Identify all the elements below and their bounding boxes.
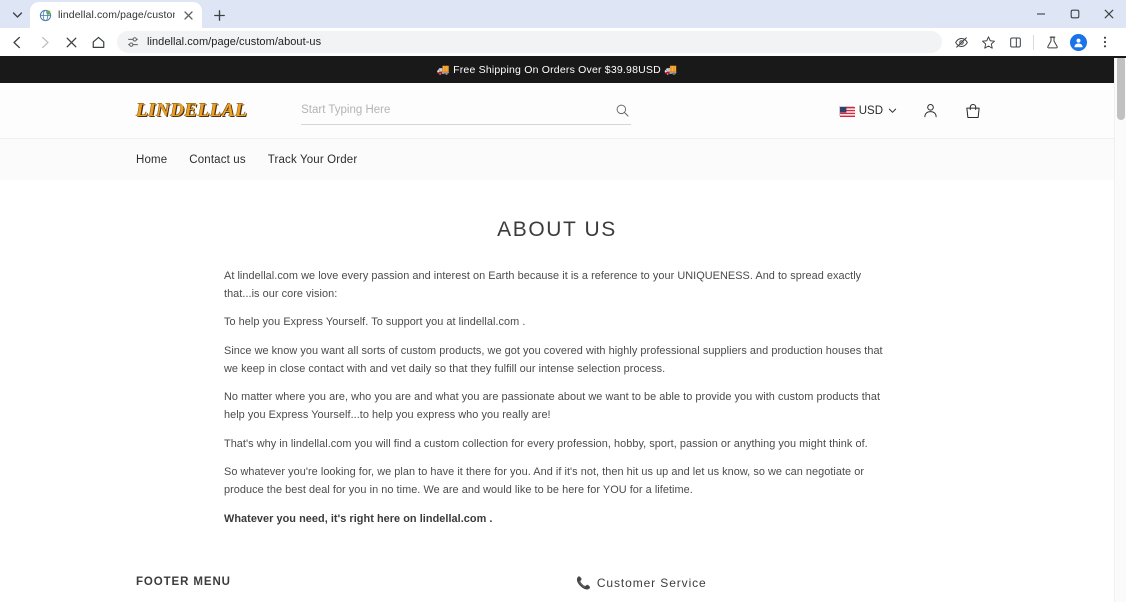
star-icon bbox=[981, 35, 995, 49]
account-button[interactable] bbox=[922, 102, 939, 119]
back-button[interactable] bbox=[4, 30, 30, 54]
browser-tab[interactable]: lindellal.com/page/custom/ab bbox=[30, 2, 202, 28]
phone-icon: 📞 bbox=[576, 576, 592, 591]
main-navigation: Home Contact us Track Your Order bbox=[0, 138, 1114, 180]
customer-service-heading: Customer Service bbox=[596, 576, 707, 591]
currency-selector[interactable]: USD bbox=[838, 104, 897, 117]
toolbar-right-actions bbox=[948, 30, 1118, 54]
tracking-protection-button[interactable] bbox=[948, 30, 974, 54]
footer-menu-heading: FOOTER MENU bbox=[136, 576, 231, 589]
home-button[interactable] bbox=[85, 30, 111, 54]
browser-menu-button[interactable] bbox=[1092, 30, 1118, 54]
browser-chrome: lindellal.com/page/custom/ab bbox=[0, 0, 1126, 56]
tab-strip: lindellal.com/page/custom/ab bbox=[0, 0, 1126, 28]
nav-link-contact-us[interactable]: Contact us bbox=[189, 154, 245, 166]
us-flag-icon bbox=[838, 105, 855, 117]
customer-service-column: 📞 Customer Service Consultants from the … bbox=[576, 576, 1104, 602]
article-paragraph: At lindellal.com we love every passion a… bbox=[224, 270, 862, 300]
header-actions: USD bbox=[838, 102, 982, 120]
user-account-icon bbox=[924, 104, 937, 118]
tab-title: lindellal.com/page/custom/ab bbox=[58, 9, 175, 21]
stop-loading-button[interactable] bbox=[58, 30, 84, 54]
tab-search-button[interactable] bbox=[4, 1, 30, 27]
currency-label: USD bbox=[858, 104, 883, 117]
scrollbar-top-cap bbox=[1114, 56, 1126, 58]
search-bar bbox=[301, 97, 632, 125]
address-bar[interactable]: lindellal.com/page/custom/about-us bbox=[117, 31, 942, 53]
search-submit-button[interactable] bbox=[613, 101, 631, 119]
split-view-icon bbox=[1009, 36, 1021, 48]
home-icon bbox=[92, 36, 104, 48]
article-paragraph: That's why in lindellal.com you will fin… bbox=[224, 437, 868, 450]
website-page: 🚚 Free Shipping On Orders Over $39.98USD… bbox=[0, 56, 1114, 602]
nav-link-home[interactable]: Home bbox=[136, 154, 167, 166]
forward-button[interactable] bbox=[31, 30, 57, 54]
close-icon bbox=[1104, 9, 1114, 19]
flask-icon bbox=[1046, 36, 1058, 48]
window-close-button[interactable] bbox=[1092, 0, 1126, 28]
eye-slash-icon bbox=[954, 36, 968, 48]
labs-button[interactable] bbox=[1039, 30, 1065, 54]
split-view-button[interactable] bbox=[1002, 30, 1028, 54]
page-title: ABOUT US bbox=[497, 218, 617, 241]
nav-link-track-your-order[interactable]: Track Your Order bbox=[268, 154, 358, 166]
forward-arrow-icon bbox=[41, 36, 49, 48]
page-viewport: 🚚 Free Shipping On Orders Over $39.98USD… bbox=[0, 56, 1126, 602]
announcement-bar: 🚚 Free Shipping On Orders Over $39.98USD… bbox=[0, 56, 1114, 83]
search-input[interactable] bbox=[301, 104, 608, 116]
plus-icon bbox=[213, 9, 225, 21]
globe-favicon bbox=[39, 9, 52, 21]
maximize-button[interactable] bbox=[1058, 0, 1092, 28]
article-paragraph: To help you Express Yourself. To support… bbox=[224, 316, 526, 329]
address-bar-url: lindellal.com/page/custom/about-us bbox=[147, 36, 322, 48]
search-icon bbox=[616, 104, 629, 117]
main-content: ABOUT US At lindellal.com we love every … bbox=[0, 180, 1114, 528]
profile-avatar-icon bbox=[1074, 38, 1083, 47]
chevron-down-icon bbox=[888, 108, 897, 113]
site-logo[interactable]: LINDELLAL bbox=[136, 100, 247, 122]
customer-service-heading-row: 📞 Customer Service bbox=[576, 576, 1104, 590]
bookmark-button[interactable] bbox=[975, 30, 1001, 54]
article-closing-paragraph: Whatever you need, it's right here on li… bbox=[224, 512, 493, 525]
article-paragraph: So whatever you're looking for, we plan … bbox=[224, 466, 865, 496]
about-us-article: At lindellal.com we love every passion a… bbox=[224, 268, 890, 528]
tab-close-button[interactable] bbox=[181, 8, 196, 23]
maximize-icon bbox=[1070, 9, 1080, 19]
scrollbar-thumb[interactable] bbox=[1117, 56, 1125, 120]
announcement-text: 🚚 Free Shipping On Orders Over $39.98USD… bbox=[436, 64, 678, 76]
footer-menu-column: FOOTER MENU ABOUT US bbox=[136, 576, 576, 602]
cart-button[interactable] bbox=[964, 102, 982, 120]
page-scrollbar[interactable] bbox=[1114, 56, 1126, 602]
article-paragraph: No matter where you are, who you are and… bbox=[224, 391, 881, 421]
site-footer: FOOTER MENU ABOUT US 📞 Customer Service … bbox=[0, 576, 1114, 602]
browser-toolbar: lindellal.com/page/custom/about-us bbox=[0, 28, 1126, 56]
stop-loading-x-icon bbox=[66, 37, 76, 47]
three-dot-menu-icon bbox=[1103, 36, 1107, 48]
tune-sliders-icon[interactable] bbox=[126, 35, 140, 49]
shopping-bag-icon bbox=[966, 103, 980, 118]
new-tab-button[interactable] bbox=[207, 3, 231, 27]
back-arrow-icon bbox=[12, 36, 20, 48]
toolbar-divider bbox=[1033, 34, 1034, 50]
article-paragraph: Since we know you want all sorts of cust… bbox=[224, 344, 883, 375]
minimize-icon bbox=[1037, 13, 1045, 15]
close-icon bbox=[184, 10, 193, 20]
site-header: LINDELLAL Start Typing Here USD bbox=[0, 83, 1114, 138]
window-controls bbox=[1024, 0, 1126, 28]
profile-avatar-button[interactable] bbox=[1070, 33, 1087, 51]
chevron-down-icon bbox=[12, 11, 22, 18]
minimize-button[interactable] bbox=[1024, 0, 1058, 28]
